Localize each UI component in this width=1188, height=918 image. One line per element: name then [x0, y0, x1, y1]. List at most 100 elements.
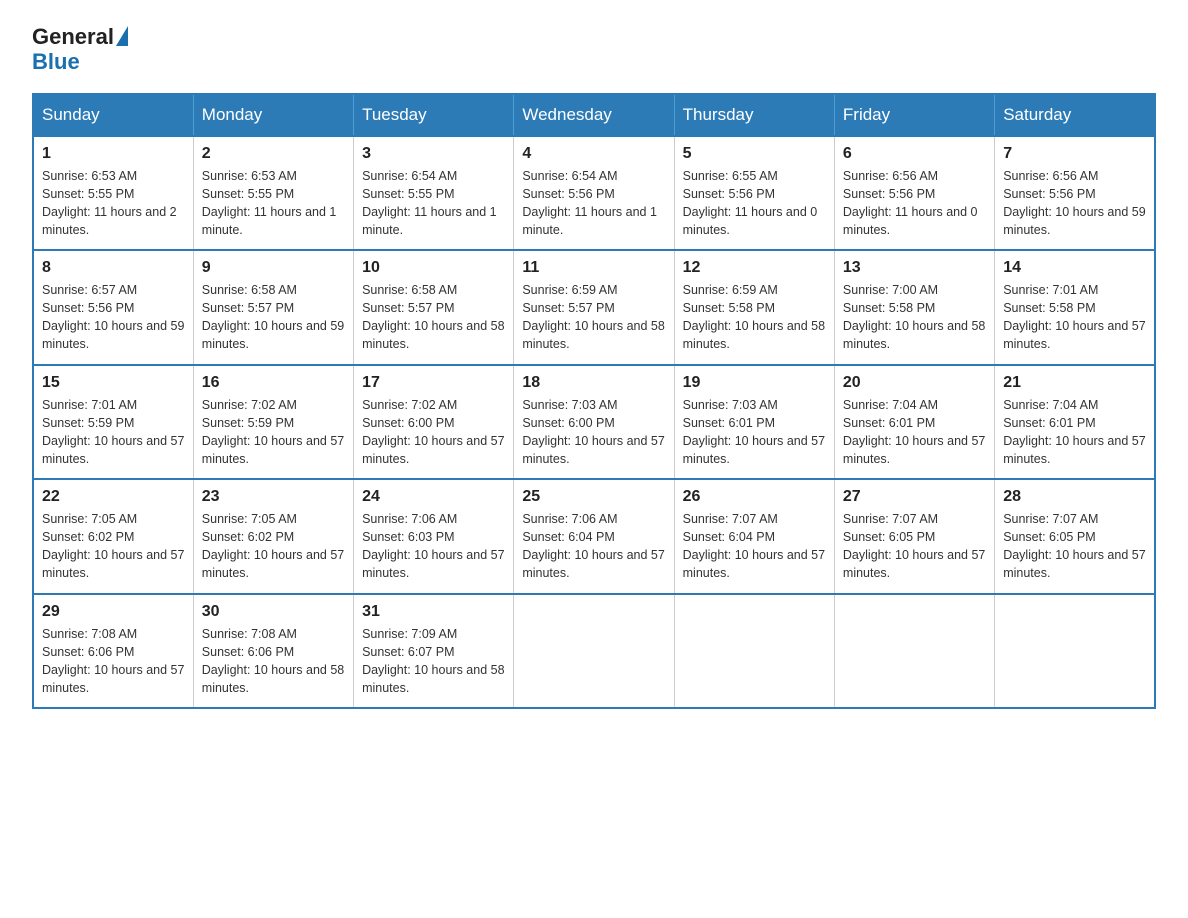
logo-general-text: General — [32, 24, 114, 49]
calendar-cell: 21 Sunrise: 7:04 AMSunset: 6:01 PMDayligh… — [995, 365, 1155, 480]
day-number: 8 — [42, 259, 185, 277]
day-info: Sunrise: 6:54 AMSunset: 5:56 PMDaylight:… — [522, 167, 665, 240]
calendar-cell: 18Sunrise: 7:03 AMSunset: 6:00 PMDayligh… — [514, 365, 674, 480]
day-info: Sunrise: 6:59 AMSunset: 5:57 PMDaylight:… — [522, 281, 665, 354]
day-info: Sunrise: 7:03 AMSunset: 6:01 PMDaylight:… — [683, 396, 826, 469]
weekday-header-thursday: Thursday — [674, 94, 834, 136]
day-number: 25 — [522, 488, 665, 506]
calendar-cell: 22 Sunrise: 7:05 AMSunset: 6:02 PMDayligh… — [33, 479, 193, 594]
day-info: Sunrise: 7:04 AMSunset: 6:01 PMDaylight:… — [843, 396, 986, 469]
day-number: 22 — [42, 488, 185, 506]
day-info: Sunrise: 7:05 AMSunset: 6:02 PMDaylight:… — [202, 510, 345, 583]
day-info: Sunrise: 7:01 AMSunset: 5:58 PMDaylight:… — [1003, 281, 1146, 354]
weekday-header-friday: Friday — [834, 94, 994, 136]
calendar-cell: 11 Sunrise: 6:59 AMSunset: 5:57 PMDayligh… — [514, 250, 674, 365]
weekday-header-sunday: Sunday — [33, 94, 193, 136]
day-number: 29 — [42, 603, 185, 621]
day-number: 27 — [843, 488, 986, 506]
calendar-cell: 31Sunrise: 7:09 AMSunset: 6:07 PMDayligh… — [354, 594, 514, 709]
calendar-cell: 10 Sunrise: 6:58 AMSunset: 5:57 PMDayligh… — [354, 250, 514, 365]
day-number: 4 — [522, 145, 665, 163]
day-number: 28 — [1003, 488, 1146, 506]
day-number: 23 — [202, 488, 345, 506]
calendar-cell: 14 Sunrise: 7:01 AMSunset: 5:58 PMDayligh… — [995, 250, 1155, 365]
calendar-cell: 7 Sunrise: 6:56 AMSunset: 5:56 PMDaylight… — [995, 136, 1155, 251]
calendar-week-row: 22 Sunrise: 7:05 AMSunset: 6:02 PMDayligh… — [33, 479, 1155, 594]
calendar-cell: 13Sunrise: 7:00 AMSunset: 5:58 PMDayligh… — [834, 250, 994, 365]
calendar-cell: 20 Sunrise: 7:04 AMSunset: 6:01 PMDayligh… — [834, 365, 994, 480]
calendar-cell: 30 Sunrise: 7:08 AMSunset: 6:06 PMDayligh… — [193, 594, 353, 709]
day-number: 15 — [42, 374, 185, 392]
day-info: Sunrise: 7:08 AMSunset: 6:06 PMDaylight:… — [42, 625, 185, 698]
day-info: Sunrise: 7:05 AMSunset: 6:02 PMDaylight:… — [42, 510, 185, 583]
day-number: 21 — [1003, 374, 1146, 392]
day-info: Sunrise: 6:58 AMSunset: 5:57 PMDaylight:… — [202, 281, 345, 354]
day-info: Sunrise: 7:06 AMSunset: 6:03 PMDaylight:… — [362, 510, 505, 583]
day-info: Sunrise: 7:08 AMSunset: 6:06 PMDaylight:… — [202, 625, 345, 698]
day-info: Sunrise: 7:06 AMSunset: 6:04 PMDaylight:… — [522, 510, 665, 583]
weekday-header-monday: Monday — [193, 94, 353, 136]
day-info: Sunrise: 7:07 AMSunset: 6:05 PMDaylight:… — [1003, 510, 1146, 583]
calendar-cell: 9 Sunrise: 6:58 AMSunset: 5:57 PMDaylight… — [193, 250, 353, 365]
calendar-cell — [674, 594, 834, 709]
day-number: 12 — [683, 259, 826, 277]
day-info: Sunrise: 6:59 AMSunset: 5:58 PMDaylight:… — [683, 281, 826, 354]
calendar-cell: 8 Sunrise: 6:57 AMSunset: 5:56 PMDaylight… — [33, 250, 193, 365]
calendar-cell: 12 Sunrise: 6:59 AMSunset: 5:58 PMDayligh… — [674, 250, 834, 365]
day-info: Sunrise: 7:02 AMSunset: 6:00 PMDaylight:… — [362, 396, 505, 469]
day-info: Sunrise: 7:07 AMSunset: 6:05 PMDaylight:… — [843, 510, 986, 583]
day-info: Sunrise: 7:03 AMSunset: 6:00 PMDaylight:… — [522, 396, 665, 469]
calendar-cell: 16Sunrise: 7:02 AMSunset: 5:59 PMDayligh… — [193, 365, 353, 480]
day-info: Sunrise: 7:09 AMSunset: 6:07 PMDaylight:… — [362, 625, 505, 698]
calendar-cell — [514, 594, 674, 709]
day-number: 5 — [683, 145, 826, 163]
day-info: Sunrise: 6:56 AMSunset: 5:56 PMDaylight:… — [1003, 167, 1146, 240]
calendar-cell: 6 Sunrise: 6:56 AMSunset: 5:56 PMDaylight… — [834, 136, 994, 251]
calendar-cell: 28 Sunrise: 7:07 AMSunset: 6:05 PMDayligh… — [995, 479, 1155, 594]
day-number: 20 — [843, 374, 986, 392]
day-info: Sunrise: 7:07 AMSunset: 6:04 PMDaylight:… — [683, 510, 826, 583]
day-info: Sunrise: 7:02 AMSunset: 5:59 PMDaylight:… — [202, 396, 345, 469]
day-info: Sunrise: 6:55 AMSunset: 5:56 PMDaylight:… — [683, 167, 826, 240]
day-number: 11 — [522, 259, 665, 277]
day-number: 30 — [202, 603, 345, 621]
calendar-cell: 1 Sunrise: 6:53 AMSunset: 5:55 PMDaylight… — [33, 136, 193, 251]
calendar-cell: 3 Sunrise: 6:54 AMSunset: 5:55 PMDaylight… — [354, 136, 514, 251]
day-number: 1 — [42, 145, 185, 163]
day-info: Sunrise: 6:53 AMSunset: 5:55 PMDaylight:… — [202, 167, 345, 240]
day-number: 26 — [683, 488, 826, 506]
calendar-week-row: 15Sunrise: 7:01 AMSunset: 5:59 PMDayligh… — [33, 365, 1155, 480]
calendar-cell: 23 Sunrise: 7:05 AMSunset: 6:02 PMDayligh… — [193, 479, 353, 594]
day-number: 2 — [202, 145, 345, 163]
logo-blue-text: Blue — [32, 49, 128, 74]
calendar-week-row: 29 Sunrise: 7:08 AMSunset: 6:06 PMDayligh… — [33, 594, 1155, 709]
calendar-cell — [995, 594, 1155, 709]
day-info: Sunrise: 7:04 AMSunset: 6:01 PMDaylight:… — [1003, 396, 1146, 469]
day-info: Sunrise: 6:57 AMSunset: 5:56 PMDaylight:… — [42, 281, 185, 354]
weekday-header-tuesday: Tuesday — [354, 94, 514, 136]
day-number: 9 — [202, 259, 345, 277]
day-number: 3 — [362, 145, 505, 163]
day-number: 10 — [362, 259, 505, 277]
logo-triangle-icon — [116, 26, 128, 46]
day-number: 14 — [1003, 259, 1146, 277]
calendar-cell: 17Sunrise: 7:02 AMSunset: 6:00 PMDayligh… — [354, 365, 514, 480]
calendar-cell: 4 Sunrise: 6:54 AMSunset: 5:56 PMDaylight… — [514, 136, 674, 251]
weekday-header-wednesday: Wednesday — [514, 94, 674, 136]
calendar-cell: 24Sunrise: 7:06 AMSunset: 6:03 PMDayligh… — [354, 479, 514, 594]
calendar-cell: 29 Sunrise: 7:08 AMSunset: 6:06 PMDayligh… — [33, 594, 193, 709]
day-info: Sunrise: 6:58 AMSunset: 5:57 PMDaylight:… — [362, 281, 505, 354]
logo: General Blue — [32, 24, 128, 75]
calendar-cell: 19Sunrise: 7:03 AMSunset: 6:01 PMDayligh… — [674, 365, 834, 480]
day-info: Sunrise: 6:56 AMSunset: 5:56 PMDaylight:… — [843, 167, 986, 240]
day-number: 7 — [1003, 145, 1146, 163]
day-info: Sunrise: 6:54 AMSunset: 5:55 PMDaylight:… — [362, 167, 505, 240]
calendar-cell — [834, 594, 994, 709]
day-info: Sunrise: 6:53 AMSunset: 5:55 PMDaylight:… — [42, 167, 185, 240]
calendar-cell: 5 Sunrise: 6:55 AMSunset: 5:56 PMDaylight… — [674, 136, 834, 251]
calendar-cell: 25 Sunrise: 7:06 AMSunset: 6:04 PMDayligh… — [514, 479, 674, 594]
day-number: 6 — [843, 145, 986, 163]
calendar-cell: 15Sunrise: 7:01 AMSunset: 5:59 PMDayligh… — [33, 365, 193, 480]
weekday-header-row: SundayMondayTuesdayWednesdayThursdayFrid… — [33, 94, 1155, 136]
calendar-week-row: 1 Sunrise: 6:53 AMSunset: 5:55 PMDaylight… — [33, 136, 1155, 251]
